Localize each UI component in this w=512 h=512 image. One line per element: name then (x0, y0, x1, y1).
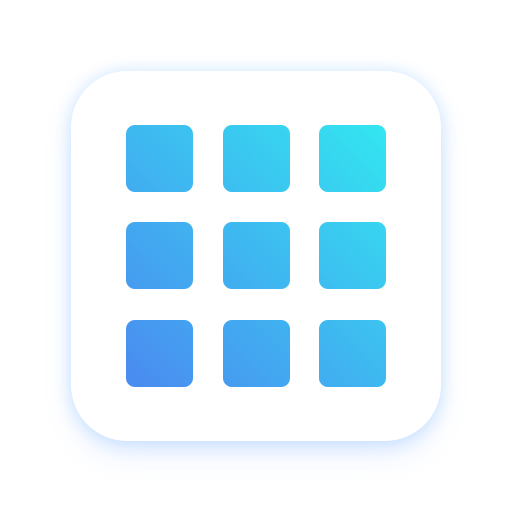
grid-tile (223, 320, 290, 387)
grid-tile (319, 320, 386, 387)
app-grid-icon (0, 0, 512, 512)
grid-tile (223, 222, 290, 289)
grid-tile (126, 222, 193, 289)
grid-tile (126, 320, 193, 387)
grid-tile (126, 125, 193, 192)
grid-tile (319, 125, 386, 192)
grid-tile (223, 125, 290, 192)
grid-tile (319, 222, 386, 289)
